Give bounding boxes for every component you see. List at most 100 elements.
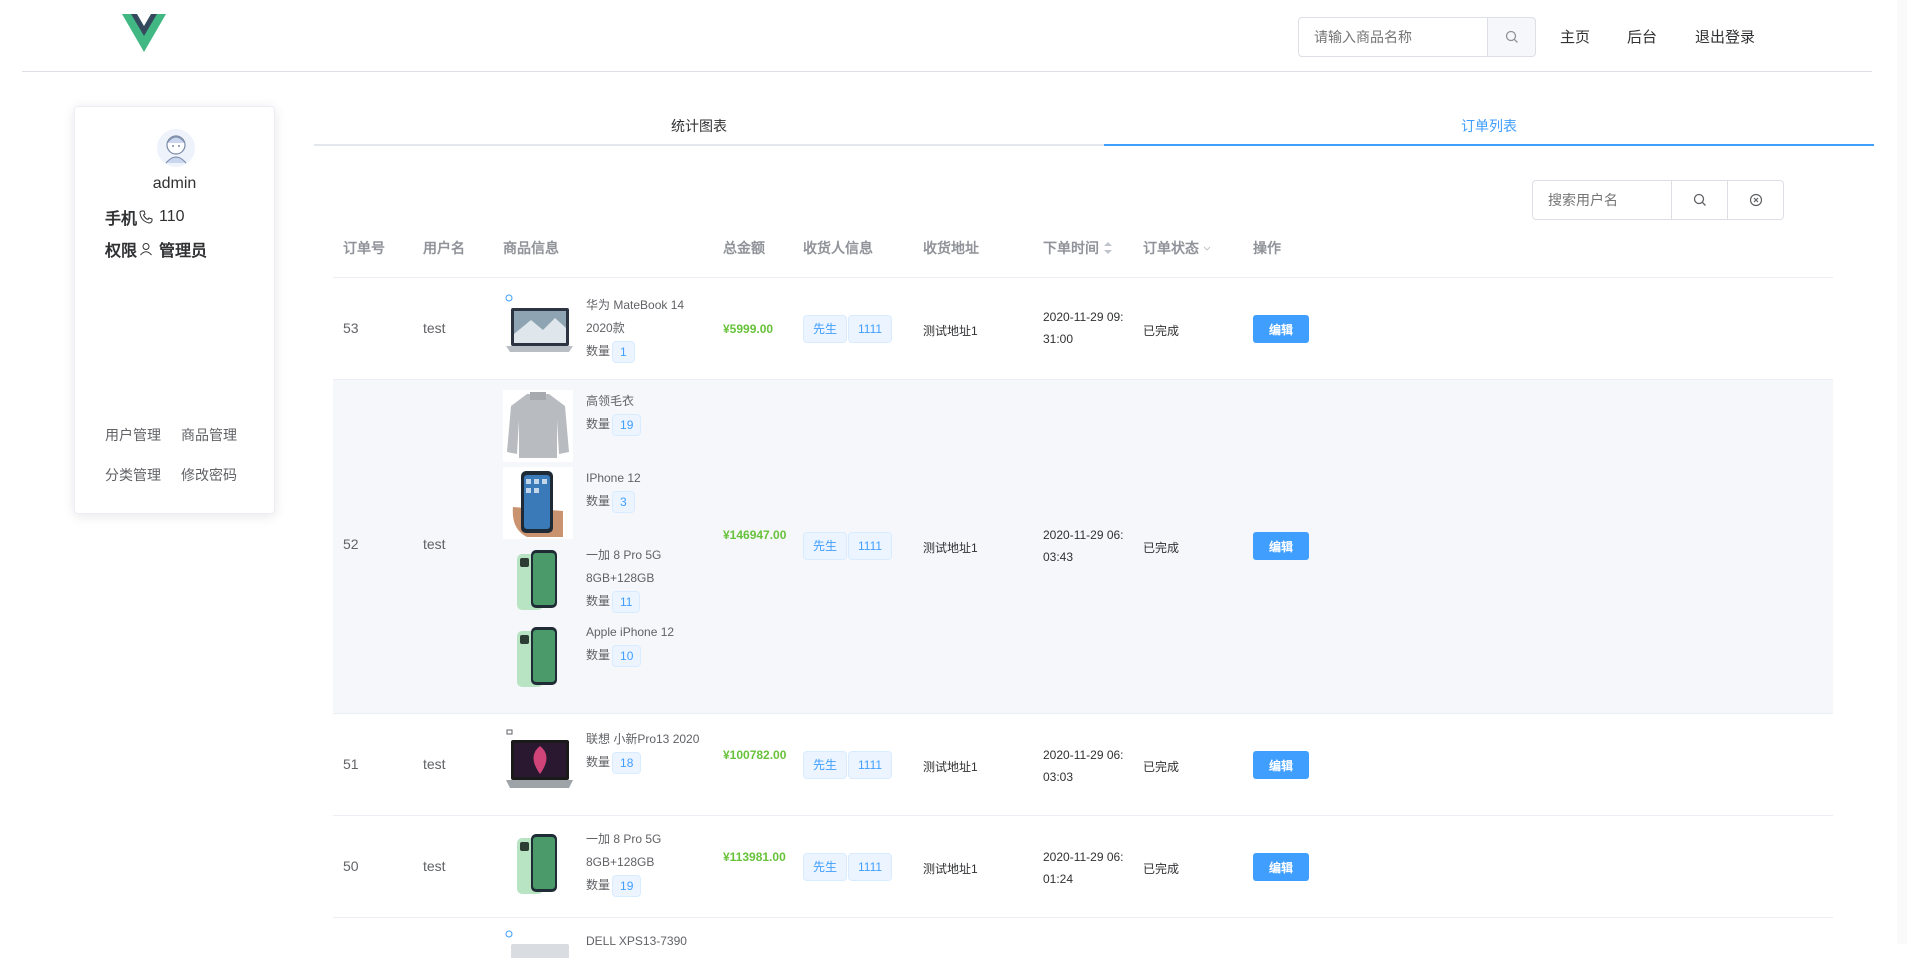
product-name: IPhone 12 数量 3 xyxy=(586,467,704,513)
receiver-phone-tag: 1111 xyxy=(848,315,893,343)
clear-search-button[interactable] xyxy=(1728,180,1784,220)
table-row: DELL XPS13-7390 xyxy=(333,918,1833,958)
product-item: 一加 8 Pro 5G 8GB+128GB 数量 11 xyxy=(503,544,703,616)
product-name: 一加 8 Pro 5G 8GB+128GB 数量 19 xyxy=(586,828,704,897)
qty-label: 数量 xyxy=(586,594,611,608)
receiver-name-tag: 先生 xyxy=(803,532,848,560)
vue-logo-icon[interactable] xyxy=(122,14,166,52)
product-name-text: 联想 小新Pro13 2020 xyxy=(586,732,700,746)
edit-button[interactable]: 编辑 xyxy=(1253,315,1309,343)
table-header: 订单号 用户名 商品信息 总金额 收货人信息 收货地址 下单时间 订单状态 操作 xyxy=(333,228,1833,278)
qty-label: 数量 xyxy=(586,648,611,662)
qty-tag: 10 xyxy=(612,644,642,667)
product-search-input[interactable] xyxy=(1298,17,1488,57)
qty-label: 数量 xyxy=(586,878,611,892)
product-name: 华为 MateBook 14 2020款 数量 1 xyxy=(586,294,704,363)
laptop-image xyxy=(506,729,573,788)
order-time: 2020-11-29 06:01:24 xyxy=(1043,850,1124,886)
table-row: 52 test 高领毛衣 数量 19 IPhone 12 数量 3 一加 8 P… xyxy=(333,380,1833,714)
green-phone-image xyxy=(517,550,557,610)
qty-label: 数量 xyxy=(586,417,611,431)
profile-username: admin xyxy=(152,175,197,192)
edit-button[interactable]: 编辑 xyxy=(1253,532,1309,560)
green-phone-image xyxy=(517,834,557,894)
th-order-time-label: 下单时间 xyxy=(1043,240,1099,256)
order-address: 测试地址1 xyxy=(923,760,978,774)
product-search-button[interactable] xyxy=(1488,17,1536,57)
product-item: 一加 8 Pro 5G 8GB+128GB 数量 19 xyxy=(503,828,703,900)
product-qty: 数量 3 xyxy=(586,490,635,513)
th-order-time[interactable]: 下单时间 xyxy=(1043,228,1113,268)
search-icon xyxy=(1505,30,1518,43)
order-status: 已完成 xyxy=(1143,324,1180,338)
order-id: 51 xyxy=(343,756,359,772)
product-qty: 数量 1 xyxy=(586,340,635,363)
qty-tag: 11 xyxy=(612,590,641,613)
th-product-info: 商品信息 xyxy=(503,240,559,256)
user-icon xyxy=(140,243,152,256)
link-category-management[interactable]: 分类管理 xyxy=(105,465,161,485)
product-qty: 数量 19 xyxy=(586,413,642,436)
product-name: Apple iPhone 12 数量 10 xyxy=(586,621,704,667)
username-search-button[interactable] xyxy=(1672,180,1728,220)
avatar xyxy=(157,129,195,167)
product-item: 联想 小新Pro13 2020 数量 18 xyxy=(503,728,703,800)
order-address: 测试地址1 xyxy=(923,862,978,876)
order-address: 测试地址1 xyxy=(923,541,978,555)
th-order-status-label: 订单状态 xyxy=(1143,240,1199,256)
edit-button[interactable]: 编辑 xyxy=(1253,751,1309,779)
product-qty: 数量 11 xyxy=(586,590,641,613)
tab-statistics[interactable]: 统计图表 xyxy=(314,108,1084,146)
profile-card: admin 手机 110 权限 管理员 用户管理 商品管理 分类管理 修改密码 xyxy=(74,106,275,514)
receiver-info: 先生 1111 xyxy=(803,532,893,560)
edit-button[interactable]: 编辑 xyxy=(1253,853,1309,881)
username-search-input[interactable] xyxy=(1532,180,1672,220)
product-item: IPhone 12 数量 3 xyxy=(503,467,703,539)
product-name-text: IPhone 12 xyxy=(586,471,641,485)
order-total: ¥100782.00 xyxy=(723,748,787,762)
receiver-name-tag: 先生 xyxy=(803,853,848,881)
receiver-info: 先生 1111 xyxy=(803,853,893,881)
table-row: 53 test 华为 MateBook 14 2020款 数量 1 ¥5999.0… xyxy=(333,278,1833,380)
nav-logout[interactable]: 退出登录 xyxy=(1695,26,1755,47)
qty-tag: 3 xyxy=(612,490,635,513)
link-product-management[interactable]: 商品管理 xyxy=(181,425,237,445)
table-row: 51 test 联想 小新Pro13 2020 数量 18 ¥100782.00 … xyxy=(333,714,1833,816)
product-item: DELL XPS13-7390 xyxy=(503,930,703,958)
order-username: test xyxy=(423,320,446,336)
product-name-text: DELL XPS13-7390 xyxy=(586,934,687,948)
role-label: 权限 xyxy=(105,243,138,260)
scrollbar[interactable] xyxy=(1897,0,1907,944)
qty-label: 数量 xyxy=(586,494,611,508)
receiver-phone-tag: 1111 xyxy=(848,532,893,560)
sort-icon[interactable] xyxy=(1103,241,1113,255)
product-name: DELL XPS13-7390 xyxy=(586,930,703,953)
product-name: 一加 8 Pro 5G 8GB+128GB 数量 11 xyxy=(586,544,704,613)
order-username: test xyxy=(423,756,446,772)
th-address: 收货地址 xyxy=(923,240,979,256)
th-order-status[interactable]: 订单状态 xyxy=(1143,228,1211,268)
nav-admin[interactable]: 后台 xyxy=(1627,26,1657,47)
th-total: 总金额 xyxy=(723,240,765,256)
product-name-text: 一加 8 Pro 5G 8GB+128GB xyxy=(586,832,662,869)
product-name-text: 一加 8 Pro 5G 8GB+128GB xyxy=(586,548,662,585)
sweater-image xyxy=(503,390,573,462)
order-total: ¥5999.00 xyxy=(723,322,774,336)
link-user-management[interactable]: 用户管理 xyxy=(105,425,161,445)
order-username: test xyxy=(423,536,446,552)
user-avatar-icon xyxy=(165,135,187,164)
order-id: 50 xyxy=(343,858,359,874)
qty-tag: 19 xyxy=(612,413,642,436)
laptop-image xyxy=(505,294,573,352)
chevron-down-icon[interactable] xyxy=(1203,245,1211,253)
link-change-password[interactable]: 修改密码 xyxy=(181,465,237,485)
receiver-name-tag: 先生 xyxy=(803,315,848,343)
order-time: 2020-11-29 06:03:43 xyxy=(1043,528,1124,564)
tab-order-list[interactable]: 订单列表 xyxy=(1104,108,1874,146)
qty-tag: 1 xyxy=(612,340,635,363)
order-time: 2020-11-29 09:31:00 xyxy=(1043,310,1124,346)
product-name: 高领毛衣 数量 19 xyxy=(586,390,704,436)
nav-home[interactable]: 主页 xyxy=(1560,26,1590,47)
role-value: 管理员 xyxy=(159,243,208,260)
product-item: Apple iPhone 12 数量 10 xyxy=(503,621,703,693)
